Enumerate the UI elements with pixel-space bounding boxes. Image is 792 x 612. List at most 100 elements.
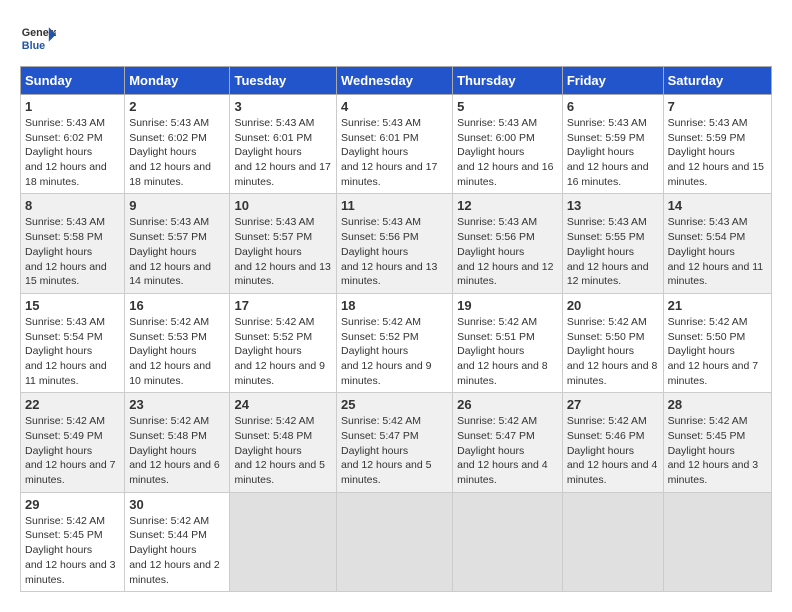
daylight-value: and 12 hours and 4 minutes.	[457, 459, 548, 486]
sunrise-label: Sunrise: 5:43 AM	[25, 117, 105, 129]
cell-info: Sunrise: 5:43 AM Sunset: 5:55 PM Dayligh…	[567, 215, 659, 288]
calendar-cell: 9 Sunrise: 5:43 AM Sunset: 5:57 PM Dayli…	[125, 194, 230, 293]
daylight-value: and 12 hours and 12 minutes.	[567, 261, 649, 288]
daylight-label: Daylight hours	[341, 445, 408, 457]
daylight-label: Daylight hours	[234, 445, 301, 457]
sunrise-label: Sunrise: 5:42 AM	[234, 415, 314, 427]
daylight-value: and 12 hours and 4 minutes.	[567, 459, 658, 486]
calendar-header-row: SundayMondayTuesdayWednesdayThursdayFrid…	[21, 67, 772, 95]
day-number: 17	[234, 298, 332, 313]
daylight-label: Daylight hours	[129, 544, 196, 556]
sunrise-label: Sunrise: 5:42 AM	[567, 316, 647, 328]
daylight-label: Daylight hours	[129, 345, 196, 357]
cell-info: Sunrise: 5:42 AM Sunset: 5:45 PM Dayligh…	[668, 414, 767, 487]
sunset-label: Sunset: 5:57 PM	[129, 231, 207, 243]
daylight-value: and 12 hours and 9 minutes.	[234, 360, 325, 387]
day-number: 26	[457, 397, 558, 412]
calendar-cell: 24 Sunrise: 5:42 AM Sunset: 5:48 PM Dayl…	[230, 393, 337, 492]
cell-info: Sunrise: 5:43 AM Sunset: 5:57 PM Dayligh…	[129, 215, 225, 288]
sunrise-label: Sunrise: 5:43 AM	[457, 216, 537, 228]
daylight-value: and 12 hours and 5 minutes.	[341, 459, 432, 486]
daylight-label: Daylight hours	[234, 246, 301, 258]
sunset-label: Sunset: 5:45 PM	[25, 529, 103, 541]
day-number: 5	[457, 99, 558, 114]
sunrise-label: Sunrise: 5:43 AM	[234, 216, 314, 228]
sunrise-label: Sunrise: 5:43 AM	[457, 117, 537, 129]
daylight-label: Daylight hours	[234, 146, 301, 158]
cell-info: Sunrise: 5:43 AM Sunset: 5:57 PM Dayligh…	[234, 215, 332, 288]
weekday-header: Sunday	[21, 67, 125, 95]
sunrise-label: Sunrise: 5:42 AM	[341, 316, 421, 328]
daylight-label: Daylight hours	[25, 146, 92, 158]
weekday-header: Monday	[125, 67, 230, 95]
day-number: 24	[234, 397, 332, 412]
calendar-cell	[453, 492, 563, 591]
daylight-value: and 12 hours and 9 minutes.	[341, 360, 432, 387]
day-number: 2	[129, 99, 225, 114]
calendar-cell: 29 Sunrise: 5:42 AM Sunset: 5:45 PM Dayl…	[21, 492, 125, 591]
sunrise-label: Sunrise: 5:43 AM	[25, 316, 105, 328]
daylight-value: and 12 hours and 17 minutes.	[234, 161, 330, 188]
calendar-cell: 10 Sunrise: 5:43 AM Sunset: 5:57 PM Dayl…	[230, 194, 337, 293]
day-number: 19	[457, 298, 558, 313]
cell-info: Sunrise: 5:42 AM Sunset: 5:52 PM Dayligh…	[341, 315, 448, 388]
day-number: 27	[567, 397, 659, 412]
daylight-value: and 12 hours and 2 minutes.	[129, 559, 220, 586]
sunset-label: Sunset: 6:01 PM	[341, 132, 419, 144]
daylight-value: and 12 hours and 13 minutes.	[341, 261, 437, 288]
day-number: 23	[129, 397, 225, 412]
cell-info: Sunrise: 5:42 AM Sunset: 5:47 PM Dayligh…	[457, 414, 558, 487]
sunrise-label: Sunrise: 5:42 AM	[25, 515, 105, 527]
daylight-label: Daylight hours	[341, 345, 408, 357]
sunset-label: Sunset: 6:02 PM	[129, 132, 207, 144]
cell-info: Sunrise: 5:42 AM Sunset: 5:52 PM Dayligh…	[234, 315, 332, 388]
calendar-cell: 12 Sunrise: 5:43 AM Sunset: 5:56 PM Dayl…	[453, 194, 563, 293]
day-number: 20	[567, 298, 659, 313]
sunset-label: Sunset: 6:02 PM	[25, 132, 103, 144]
daylight-label: Daylight hours	[234, 345, 301, 357]
sunset-label: Sunset: 5:46 PM	[567, 430, 645, 442]
daylight-value: and 12 hours and 14 minutes.	[129, 261, 211, 288]
weekday-header: Wednesday	[336, 67, 452, 95]
daylight-label: Daylight hours	[668, 345, 735, 357]
calendar-cell: 27 Sunrise: 5:42 AM Sunset: 5:46 PM Dayl…	[562, 393, 663, 492]
daylight-value: and 12 hours and 11 minutes.	[25, 360, 107, 387]
weekday-header: Saturday	[663, 67, 771, 95]
day-number: 6	[567, 99, 659, 114]
day-number: 16	[129, 298, 225, 313]
cell-info: Sunrise: 5:43 AM Sunset: 5:58 PM Dayligh…	[25, 215, 120, 288]
calendar-cell: 25 Sunrise: 5:42 AM Sunset: 5:47 PM Dayl…	[336, 393, 452, 492]
calendar-table: SundayMondayTuesdayWednesdayThursdayFrid…	[20, 66, 772, 592]
cell-info: Sunrise: 5:42 AM Sunset: 5:46 PM Dayligh…	[567, 414, 659, 487]
calendar-cell: 19 Sunrise: 5:42 AM Sunset: 5:51 PM Dayl…	[453, 293, 563, 392]
sunrise-label: Sunrise: 5:42 AM	[129, 316, 209, 328]
daylight-value: and 12 hours and 7 minutes.	[25, 459, 116, 486]
sunrise-label: Sunrise: 5:42 AM	[129, 515, 209, 527]
cell-info: Sunrise: 5:42 AM Sunset: 5:49 PM Dayligh…	[25, 414, 120, 487]
sunset-label: Sunset: 5:44 PM	[129, 529, 207, 541]
weekday-header: Thursday	[453, 67, 563, 95]
day-number: 28	[668, 397, 767, 412]
sunset-label: Sunset: 5:53 PM	[129, 331, 207, 343]
sunrise-label: Sunrise: 5:42 AM	[567, 415, 647, 427]
sunset-label: Sunset: 5:52 PM	[341, 331, 419, 343]
calendar-cell: 5 Sunrise: 5:43 AM Sunset: 6:00 PM Dayli…	[453, 95, 563, 194]
cell-info: Sunrise: 5:42 AM Sunset: 5:45 PM Dayligh…	[25, 514, 120, 587]
cell-info: Sunrise: 5:43 AM Sunset: 5:59 PM Dayligh…	[567, 116, 659, 189]
day-number: 15	[25, 298, 120, 313]
daylight-value: and 12 hours and 12 minutes.	[457, 261, 553, 288]
daylight-label: Daylight hours	[567, 445, 634, 457]
calendar-cell: 23 Sunrise: 5:42 AM Sunset: 5:48 PM Dayl…	[125, 393, 230, 492]
sunset-label: Sunset: 5:50 PM	[668, 331, 746, 343]
sunset-label: Sunset: 5:54 PM	[25, 331, 103, 343]
cell-info: Sunrise: 5:43 AM Sunset: 5:54 PM Dayligh…	[25, 315, 120, 388]
logo: General Blue	[20, 20, 56, 56]
sunset-label: Sunset: 5:52 PM	[234, 331, 312, 343]
daylight-value: and 12 hours and 16 minutes.	[457, 161, 553, 188]
sunset-label: Sunset: 5:58 PM	[25, 231, 103, 243]
weekday-header: Friday	[562, 67, 663, 95]
sunset-label: Sunset: 6:01 PM	[234, 132, 312, 144]
calendar-week-row: 22 Sunrise: 5:42 AM Sunset: 5:49 PM Dayl…	[21, 393, 772, 492]
daylight-value: and 12 hours and 6 minutes.	[129, 459, 220, 486]
sunset-label: Sunset: 5:56 PM	[457, 231, 535, 243]
